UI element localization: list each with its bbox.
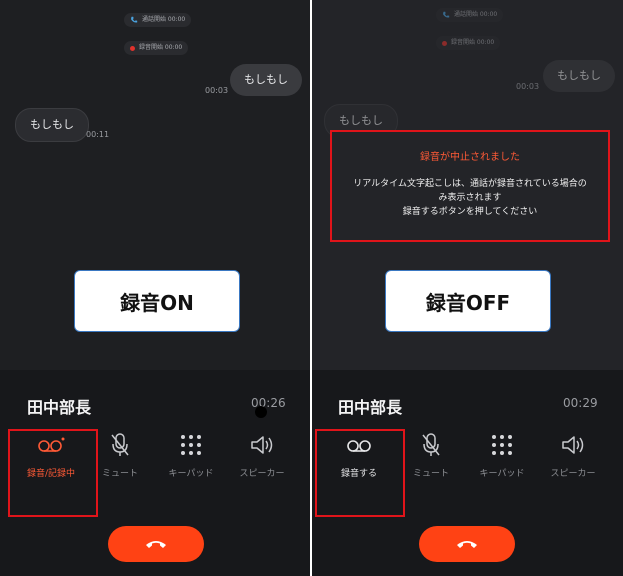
- call-start-notice: 通話開始 00:00: [124, 13, 192, 27]
- hang-up-icon: [457, 541, 477, 548]
- hang-up-icon: [146, 541, 166, 548]
- record-dot-icon: [130, 45, 135, 51]
- received-message: もしもし: [15, 108, 89, 142]
- hang-up-button[interactable]: [419, 526, 515, 562]
- speaker-icon: [251, 436, 273, 454]
- call-screen-recording-off: 通話開始 00:00 録音開始 00:00 もしもし 00:03 もしもし 録音…: [312, 0, 623, 576]
- sent-message: もしもし: [230, 64, 302, 96]
- keypad-icon: [492, 435, 512, 455]
- alert-message: リアルタイム文字起こしは、通話が録音されている場合の み表示されます 録音するボ…: [353, 179, 587, 217]
- highlight-record-button: [8, 429, 98, 517]
- call-screen-recording-on: 通話開始 00:00 録音開始 00:00 もしもし 00:03 もしもし 00…: [0, 0, 310, 576]
- keypad-button[interactable]: キーパッド: [156, 428, 226, 492]
- alert-title: 録音が中止されました: [420, 152, 520, 163]
- sent-message-time: 00:03: [516, 82, 540, 91]
- phone-icon: [131, 16, 138, 23]
- phone-icon: [443, 11, 450, 18]
- call-timer: 00:29: [563, 396, 598, 410]
- record-dot-icon: [442, 40, 447, 46]
- speaker-button[interactable]: スピーカー: [227, 428, 297, 492]
- sent-message: もしもし: [543, 60, 615, 92]
- speaker-button[interactable]: スピーカー: [538, 428, 608, 492]
- recording-start-notice: 録音開始 00:00: [124, 41, 189, 55]
- microphone-off-icon: [422, 433, 440, 456]
- cursor-indicator: [255, 406, 267, 418]
- mute-button[interactable]: ミュート: [396, 428, 466, 492]
- recording-start-notice: 録音開始 00:00: [436, 36, 501, 50]
- caller-name: 田中部長: [27, 398, 92, 417]
- keypad-button[interactable]: キーパッド: [467, 428, 537, 492]
- call-start-notice: 通話開始 00:00: [436, 8, 504, 22]
- keypad-icon: [181, 435, 201, 455]
- sent-message-time: 00:03: [205, 86, 229, 95]
- state-label: 録音OFF: [385, 270, 551, 332]
- hang-up-button[interactable]: [108, 526, 204, 562]
- state-label: 録音ON: [74, 270, 240, 332]
- caller-name: 田中部長: [338, 398, 403, 417]
- microphone-off-icon: [111, 433, 129, 456]
- speaker-icon: [562, 436, 584, 454]
- recording-stopped-alert: 録音が中止されました リアルタイム文字起こしは、通話が録音されている場合の み表…: [330, 130, 610, 242]
- highlight-record-button: [315, 429, 405, 517]
- received-message-time: 00:11: [86, 130, 110, 139]
